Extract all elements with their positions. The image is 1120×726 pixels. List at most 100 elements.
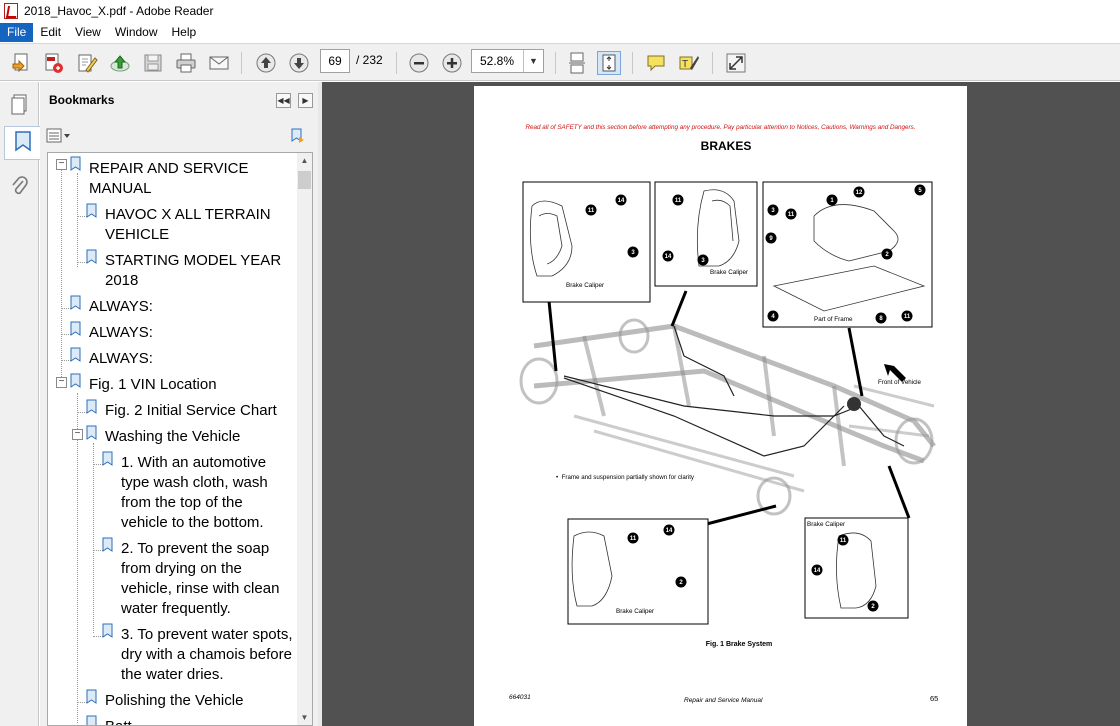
scroll-down-icon[interactable]: ▼ — [297, 710, 312, 725]
bookmark-fig2-initial-service-chart[interactable]: Fig. 2 Initial Service Chart — [105, 401, 277, 421]
zoom-dropdown[interactable]: 52.8% ▼ — [471, 49, 544, 73]
bookmark-repair-and-service-manual[interactable]: REPAIR AND SERVICE MANUAL — [89, 159, 249, 199]
create-pdf-icon[interactable] — [9, 51, 33, 75]
bookmarks-toolbar — [40, 124, 318, 150]
page-total: / 232 — [356, 53, 383, 67]
bookmark-fig1-vin-location[interactable]: Fig. 1 VIN Location — [89, 375, 217, 395]
bookmark-icon — [102, 623, 113, 638]
bookmark-icon — [102, 451, 113, 466]
page-number-input[interactable]: 69 — [320, 49, 350, 73]
svg-text:11: 11 — [904, 314, 911, 320]
bookmark-icon — [86, 249, 97, 264]
highlight-icon[interactable]: T — [677, 51, 701, 75]
brake-system-diagram: 14 11 3 11 14 3 1 12 5 3 11 9 2 4 8 11 1… — [519, 181, 936, 625]
label-brake-caliper-4: Brake Caliper — [807, 521, 846, 528]
menu-edit[interactable]: Edit — [33, 23, 68, 42]
figure-caption: Fig. 1 Brake System — [705, 641, 773, 648]
svg-text:T: T — [682, 59, 688, 70]
svg-text:14: 14 — [665, 254, 672, 260]
collapse-icon[interactable]: − — [72, 429, 83, 440]
bookmark-always-3[interactable]: ALWAYS: — [89, 349, 153, 369]
options-menu-icon[interactable] — [46, 128, 72, 144]
expand-bookmark-icon[interactable] — [289, 127, 307, 145]
zoom-out-icon[interactable] — [407, 51, 431, 75]
label-brake-caliper-3: Brake Caliper — [616, 608, 655, 615]
bookmarks-header: Bookmarks ◀◀ ▶ — [40, 82, 318, 120]
bookmark-icon — [70, 295, 81, 310]
label-brake-caliper-1: Brake Caliper — [566, 282, 605, 289]
bookmark-icon — [70, 347, 81, 362]
chevron-down-icon[interactable]: ▼ — [523, 50, 543, 72]
toolbar: T — [0, 43, 1120, 81]
close-panel-icon[interactable]: ▶ — [298, 93, 313, 108]
zoom-in-icon[interactable] — [440, 51, 464, 75]
pdf-page: 14 11 3 11 14 3 1 12 5 3 11 9 2 4 8 11 1… — [474, 86, 967, 726]
bookmark-always-1[interactable]: ALWAYS: — [89, 297, 153, 317]
svg-text:14: 14 — [666, 528, 673, 534]
previous-page-icon[interactable] — [254, 51, 278, 75]
menu-help[interactable]: Help — [165, 23, 204, 42]
bookmark-always-2[interactable]: ALWAYS: — [89, 323, 153, 343]
navigation-strip — [0, 82, 40, 726]
bookmark-icon — [86, 399, 97, 414]
print-icon[interactable] — [174, 51, 198, 75]
front-of-vehicle-label: Front of Vehicle — [878, 379, 921, 386]
bookmark-icon — [70, 321, 81, 336]
scroll-up-icon[interactable]: ▲ — [297, 153, 312, 168]
edit-icon[interactable] — [75, 51, 99, 75]
export-icon[interactable] — [42, 51, 66, 75]
next-page-icon[interactable] — [287, 51, 311, 75]
scroll-mode-icon[interactable] — [565, 51, 589, 75]
bookmarks-tree: − REPAIR AND SERVICE MANUAL HAVOC X ALL … — [47, 152, 313, 726]
save-icon[interactable] — [141, 51, 165, 75]
bookmark-icon — [102, 537, 113, 552]
bookmark-wash-step-3[interactable]: 3. To prevent water spots, dry with a ch… — [121, 625, 292, 685]
label-part-of-frame: Part of Frame — [814, 316, 853, 323]
bookmark-washing-the-vehicle[interactable]: Washing the Vehicle — [105, 427, 240, 447]
svg-text:11: 11 — [840, 538, 847, 544]
svg-text:12: 12 — [856, 190, 863, 196]
email-icon[interactable] — [207, 51, 231, 75]
collapse-icon[interactable]: − — [56, 159, 67, 170]
bookmark-icon — [70, 373, 81, 388]
bookmark-icon — [86, 715, 97, 725]
svg-text:11: 11 — [630, 536, 637, 542]
svg-text:11: 11 — [675, 198, 682, 204]
bookmark-wash-step-2[interactable]: 2. To prevent the soap from drying on th… — [121, 539, 279, 619]
menu-view[interactable]: View — [68, 23, 108, 42]
title-bar: 2018_Havoc_X.pdf - Adobe Reader — [0, 0, 1120, 22]
collapse-panel-icon[interactable]: ◀◀ — [276, 93, 291, 108]
bookmark-battery[interactable]: Batt — [105, 717, 132, 725]
full-screen-icon[interactable] — [724, 51, 748, 75]
bookmark-starting-model-year[interactable]: STARTING MODEL YEAR 2018 — [105, 251, 281, 291]
footer-doc-number: 664031 — [509, 694, 531, 701]
fit-page-icon[interactable] — [597, 51, 621, 75]
diagram-note: • Frame and suspension partially shown f… — [556, 474, 695, 481]
menu-file[interactable]: File — [0, 23, 34, 42]
bookmarks-icon[interactable] — [4, 126, 40, 160]
svg-text:11: 11 — [788, 212, 795, 218]
attachments-icon[interactable] — [4, 170, 35, 204]
bookmark-icon — [86, 689, 97, 704]
bookmark-polishing-the-vehicle[interactable]: Polishing the Vehicle — [105, 691, 243, 711]
svg-text:14: 14 — [814, 568, 821, 574]
section-heading: BRAKES — [700, 139, 752, 153]
label-brake-caliper-2: Brake Caliper — [710, 269, 749, 276]
menu-window[interactable]: Window — [108, 23, 165, 42]
comment-icon[interactable] — [644, 51, 668, 75]
collapse-icon[interactable]: − — [56, 377, 67, 388]
bookmark-wash-step-1[interactable]: 1. With an automotive type wash cloth, w… — [121, 453, 268, 533]
footer-page-number: 65 — [930, 694, 939, 703]
bookmarks-scrollbar[interactable]: ▲ ▼ — [297, 153, 312, 725]
bookmark-icon — [70, 156, 81, 171]
page-thumbnails-icon[interactable] — [4, 88, 35, 122]
menu-bar: File Edit View Window Help — [0, 22, 1120, 43]
bookmark-havoc-x-vehicle[interactable]: HAVOC X ALL TERRAIN VEHICLE — [105, 205, 271, 245]
svg-text:14: 14 — [618, 198, 625, 204]
bookmarks-panel: Bookmarks ◀◀ ▶ − REPAIR AND SERVICE MANU… — [40, 82, 318, 726]
scrollbar-thumb[interactable] — [298, 171, 311, 189]
svg-text:11: 11 — [588, 208, 595, 214]
bookmarks-title: Bookmarks — [49, 93, 115, 107]
footer-manual-title: Repair and Service Manual — [684, 697, 763, 704]
upload-icon[interactable] — [108, 51, 132, 75]
